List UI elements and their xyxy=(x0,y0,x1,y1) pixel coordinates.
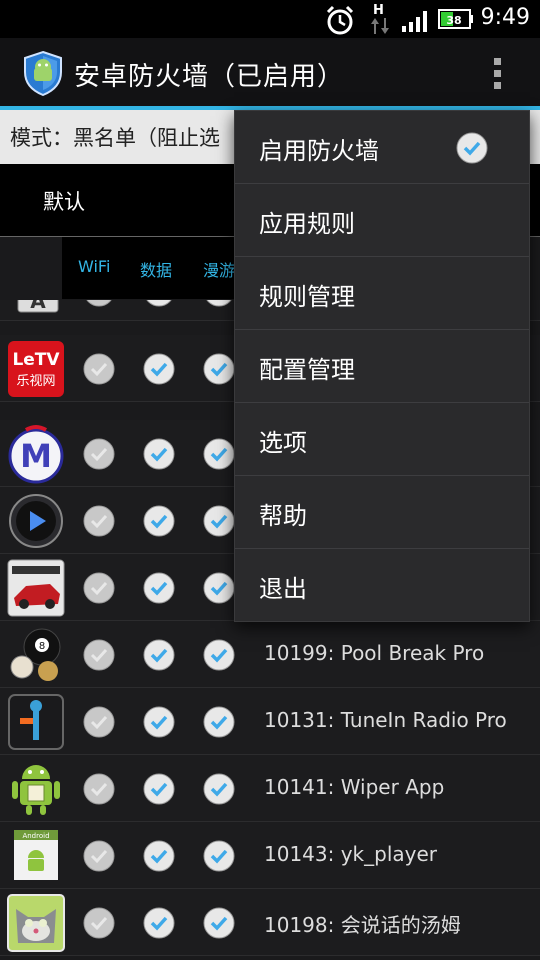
data-checkbox[interactable] xyxy=(142,772,176,806)
roaming-checkbox[interactable] xyxy=(202,906,236,940)
billiard-icon: 8 xyxy=(6,625,66,685)
roaming-checkbox[interactable] xyxy=(202,352,236,386)
profile-label: 默认 xyxy=(43,190,85,214)
app-name: 10198: 会说话的汤姆 xyxy=(264,913,461,937)
data-checkbox[interactable] xyxy=(142,300,176,308)
android-package-icon xyxy=(6,759,66,819)
wifi-checkbox[interactable] xyxy=(82,352,116,386)
menu-item-enable-firewall[interactable]: 启用防火墙 xyxy=(235,111,529,184)
column-wifi[interactable]: WiFi xyxy=(78,257,110,276)
menu-item-label: 应用规则 xyxy=(259,210,355,238)
list-item[interactable]: 8 10199: Pool Break Pro xyxy=(0,621,540,688)
wifi-checkbox[interactable] xyxy=(82,437,116,471)
app-name: 10141: Wiper App xyxy=(264,775,445,799)
svg-text:LeTV: LeTV xyxy=(12,350,60,370)
menu-item-label: 配置管理 xyxy=(259,356,355,384)
wifi-checkbox[interactable] xyxy=(82,839,116,873)
svg-text:38: 38 xyxy=(446,14,461,27)
letv-icon: LeTV 乐视网 xyxy=(6,339,66,399)
menu-item-label: 选项 xyxy=(259,429,307,457)
data-checkbox[interactable] xyxy=(142,705,176,739)
list-item[interactable]: Android 10143: yk_player xyxy=(0,822,540,889)
menu-item-exit[interactable]: 退出 xyxy=(235,549,529,621)
data-checkbox[interactable] xyxy=(142,638,176,672)
tunein-icon xyxy=(6,692,66,752)
data-checkbox[interactable] xyxy=(142,839,176,873)
svg-text:A: A xyxy=(30,300,46,313)
font-a-icon: A xyxy=(6,300,66,318)
media-player-icon xyxy=(6,491,66,551)
data-checkbox[interactable] xyxy=(142,571,176,605)
svg-text:乐视网: 乐视网 xyxy=(16,374,55,389)
menu-item-rule-management[interactable]: 规则管理 xyxy=(235,257,529,330)
column-data[interactable]: 数据 xyxy=(140,257,172,281)
data-checkbox[interactable] xyxy=(142,504,176,538)
menu-item-label: 规则管理 xyxy=(259,283,355,311)
wifi-checkbox[interactable] xyxy=(82,705,116,739)
list-item[interactable]: 10141: Wiper App xyxy=(0,755,540,822)
clock-time: 9:49 xyxy=(480,5,530,30)
menu-item-label: 启用防火墙 xyxy=(259,137,379,165)
data-checkbox[interactable] xyxy=(142,906,176,940)
data-network-icon: H xyxy=(368,2,392,36)
overflow-menu-icon[interactable] xyxy=(488,56,508,92)
overflow-menu: 启用防火墙 应用规则 规则管理 配置管理 选项 帮助 退出 xyxy=(234,110,530,622)
list-item[interactable]: 10131: TuneIn Radio Pro xyxy=(0,688,540,755)
action-bar: 安卓防火墙（已启用） xyxy=(0,38,540,106)
wifi-checkbox[interactable] xyxy=(82,300,116,308)
svg-text:Android: Android xyxy=(22,832,49,840)
android-app-icon: Android xyxy=(6,826,66,886)
m-app-icon: M xyxy=(6,424,66,484)
app-name: 10131: TuneIn Radio Pro xyxy=(264,708,507,732)
menu-item-profile-management[interactable]: 配置管理 xyxy=(235,330,529,403)
menu-item-help[interactable]: 帮助 xyxy=(235,476,529,549)
mode-label: 模式：黑名单（阻止选 xyxy=(10,126,220,150)
wifi-checkbox[interactable] xyxy=(82,504,116,538)
need-for-speed-icon xyxy=(6,558,66,618)
firewall-shield-icon[interactable] xyxy=(20,50,66,97)
roaming-checkbox[interactable] xyxy=(202,772,236,806)
roaming-checkbox[interactable] xyxy=(202,504,236,538)
signal-strength-icon xyxy=(400,8,432,32)
svg-text:M: M xyxy=(20,437,52,475)
status-bar: H 38 9:49 xyxy=(0,0,540,38)
app-title: 安卓防火墙（已启用） xyxy=(74,62,345,92)
svg-text:H: H xyxy=(373,3,384,18)
app-name: 10199: Pool Break Pro xyxy=(264,641,485,665)
svg-text:8: 8 xyxy=(39,641,45,652)
column-header: WiFi 数据 漫游 xyxy=(62,237,242,299)
roaming-checkbox[interactable] xyxy=(202,638,236,672)
menu-item-label: 帮助 xyxy=(259,502,307,530)
data-checkbox[interactable] xyxy=(142,437,176,471)
menu-item-options[interactable]: 选项 xyxy=(235,403,529,476)
battery-icon: 38 xyxy=(438,9,474,29)
list-item[interactable]: 10198: 会说话的汤姆 xyxy=(0,889,540,956)
roaming-checkbox[interactable] xyxy=(202,437,236,471)
wifi-checkbox[interactable] xyxy=(82,906,116,940)
roaming-checkbox[interactable] xyxy=(202,839,236,873)
wifi-checkbox[interactable] xyxy=(82,638,116,672)
roaming-checkbox[interactable] xyxy=(202,300,236,308)
menu-item-apply-rules[interactable]: 应用规则 xyxy=(235,184,529,257)
roaming-checkbox[interactable] xyxy=(202,705,236,739)
column-roaming[interactable]: 漫游 xyxy=(203,257,235,281)
wifi-checkbox[interactable] xyxy=(82,571,116,605)
roaming-checkbox[interactable] xyxy=(202,571,236,605)
wifi-checkbox[interactable] xyxy=(82,772,116,806)
menu-item-label: 退出 xyxy=(259,575,307,603)
alarm-clock-icon xyxy=(324,4,356,36)
app-name: 10143: yk_player xyxy=(264,842,438,866)
checked-icon[interactable] xyxy=(455,131,489,165)
talking-tom-icon xyxy=(6,893,66,953)
data-checkbox[interactable] xyxy=(142,352,176,386)
